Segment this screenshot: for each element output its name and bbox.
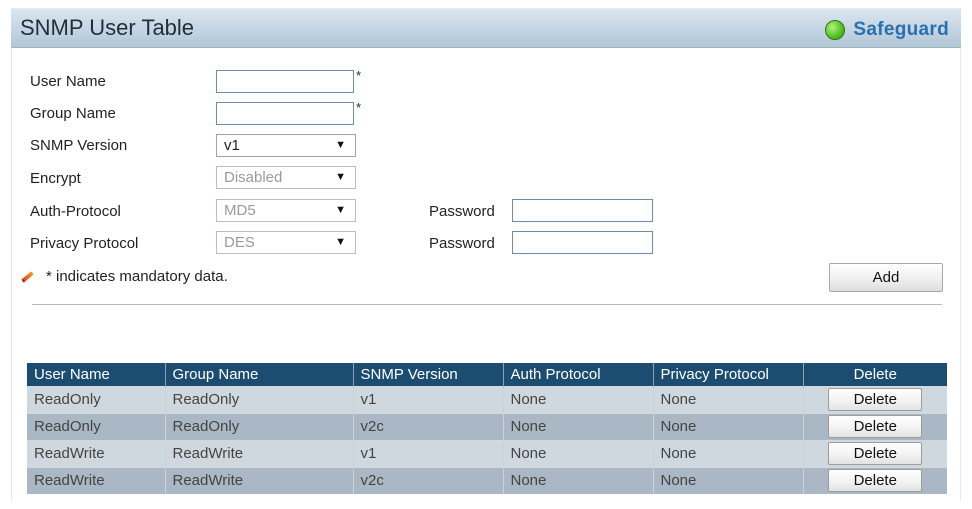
- snmp-version-value: v1: [224, 137, 240, 154]
- delete-button[interactable]: Delete: [828, 388, 923, 411]
- column-header-delete: Delete: [803, 363, 947, 386]
- cell-delete: Delete: [803, 412, 947, 440]
- snmp-user-table: User Name Group Name SNMP Version Auth P…: [27, 363, 947, 494]
- cell-privacy-protocol: None: [653, 439, 804, 467]
- safeguard-indicator: Safeguard: [825, 19, 949, 41]
- column-header-user-name: User Name: [27, 363, 166, 386]
- chevron-down-icon: ▼: [335, 171, 346, 183]
- cell-group-name: ReadWrite: [165, 439, 354, 467]
- chevron-down-icon: ▼: [335, 236, 346, 248]
- user-name-input[interactable]: [216, 70, 354, 93]
- cell-auth-protocol: None: [503, 466, 654, 494]
- page-header: SNMP User Table Safeguard: [11, 8, 961, 48]
- cell-snmp-version: v1: [353, 385, 504, 413]
- privacy-password-input[interactable]: [512, 231, 653, 254]
- table-header-row: User Name Group Name SNMP Version Auth P…: [27, 363, 947, 386]
- table-row: ReadWrite ReadWrite v2c None None Delete: [27, 466, 947, 494]
- column-header-auth-protocol: Auth Protocol: [503, 363, 654, 386]
- encrypt-select[interactable]: Disabled ▼: [216, 166, 356, 189]
- privacy-protocol-select[interactable]: DES ▼: [216, 231, 356, 254]
- cell-privacy-protocol: None: [653, 466, 804, 494]
- cell-snmp-version: v2c: [353, 412, 504, 440]
- cell-privacy-protocol: None: [653, 412, 804, 440]
- mandatory-note-text: * indicates mandatory data.: [46, 268, 228, 285]
- cell-group-name: ReadOnly: [165, 385, 354, 413]
- chevron-down-icon: ▼: [335, 139, 346, 151]
- table-row: ReadOnly ReadOnly v2c None None Delete: [27, 412, 947, 440]
- page-title: SNMP User Table: [20, 15, 195, 40]
- group-name-label: Group Name: [30, 105, 116, 122]
- delete-button[interactable]: Delete: [828, 442, 923, 465]
- table-row: ReadWrite ReadWrite v1 None None Delete: [27, 439, 947, 467]
- divider: [32, 304, 942, 305]
- add-button[interactable]: Add: [829, 263, 943, 292]
- snmp-version-select[interactable]: v1 ▼: [216, 134, 356, 157]
- auth-protocol-value: MD5: [224, 202, 256, 219]
- mandatory-note: * indicates mandatory data.: [20, 268, 228, 285]
- chevron-down-icon: ▼: [335, 204, 346, 216]
- pencil-icon: [20, 270, 34, 284]
- encrypt-value: Disabled: [224, 169, 283, 186]
- delete-button[interactable]: Delete: [828, 415, 923, 438]
- safeguard-status-icon: [825, 20, 846, 40]
- user-name-mandatory-marker: *: [356, 68, 362, 83]
- auth-protocol-label: Auth-Protocol: [30, 203, 121, 220]
- cell-user-name: ReadOnly: [27, 412, 166, 440]
- snmp-version-label: SNMP Version: [30, 137, 128, 154]
- cell-group-name: ReadOnly: [165, 412, 354, 440]
- cell-delete: Delete: [803, 385, 947, 413]
- privacy-password-label: Password: [429, 235, 495, 252]
- auth-password-input[interactable]: [512, 199, 653, 222]
- group-name-input[interactable]: [216, 102, 354, 125]
- cell-auth-protocol: None: [503, 385, 654, 413]
- user-name-label: User Name: [30, 73, 106, 90]
- auth-protocol-select[interactable]: MD5 ▼: [216, 199, 356, 222]
- cell-privacy-protocol: None: [653, 385, 804, 413]
- auth-password-label: Password: [429, 203, 495, 220]
- encrypt-label: Encrypt: [30, 170, 81, 187]
- group-name-mandatory-marker: *: [356, 100, 362, 115]
- safeguard-label: Safeguard: [853, 19, 949, 40]
- cell-user-name: ReadOnly: [27, 385, 166, 413]
- column-header-snmp-version: SNMP Version: [353, 363, 504, 386]
- cell-group-name: ReadWrite: [165, 466, 354, 494]
- privacy-protocol-label: Privacy Protocol: [30, 235, 139, 252]
- cell-user-name: ReadWrite: [27, 466, 166, 494]
- cell-snmp-version: v2c: [353, 466, 504, 494]
- cell-delete: Delete: [803, 439, 947, 467]
- column-header-group-name: Group Name: [165, 363, 354, 386]
- cell-user-name: ReadWrite: [27, 439, 166, 467]
- cell-snmp-version: v1: [353, 439, 504, 467]
- delete-button[interactable]: Delete: [828, 469, 923, 493]
- table-row: ReadOnly ReadOnly v1 None None Delete: [27, 385, 947, 413]
- cell-auth-protocol: None: [503, 439, 654, 467]
- column-header-privacy-protocol: Privacy Protocol: [653, 363, 804, 386]
- privacy-protocol-value: DES: [224, 234, 255, 251]
- cell-auth-protocol: None: [503, 412, 654, 440]
- cell-delete: Delete: [803, 466, 947, 494]
